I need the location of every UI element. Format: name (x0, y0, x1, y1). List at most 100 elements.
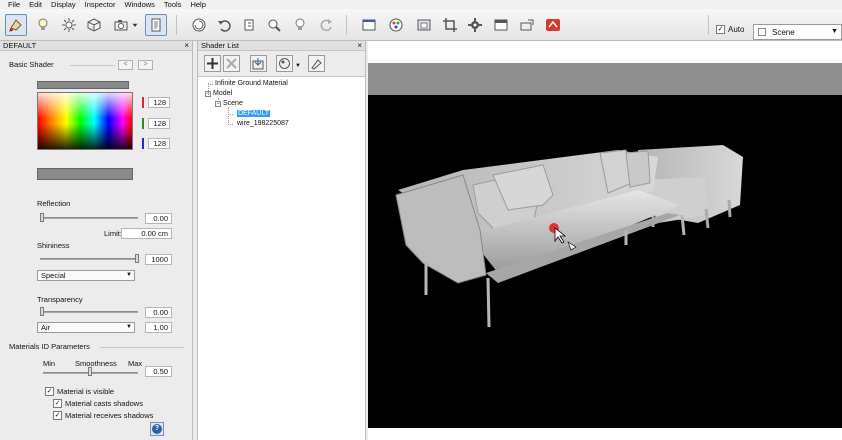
add-shader-button[interactable] (204, 55, 221, 72)
shininess-slider-thumb[interactable] (135, 254, 139, 263)
section-divider (70, 65, 115, 66)
cube-button[interactable] (83, 14, 105, 36)
receives-shadows-label: Material receives shadows (65, 411, 154, 420)
render-canvas[interactable] (368, 95, 842, 428)
shader-list-toolbar: ▼ (198, 51, 365, 77)
ior-value-field[interactable]: 1.00 (145, 322, 172, 333)
smoothness-min-label: Min (43, 359, 56, 368)
scene-select[interactable]: Scene ▼ (753, 24, 842, 40)
color-palette-icon (389, 18, 403, 32)
color-palette-button[interactable] (385, 14, 407, 36)
menu-display[interactable]: Display (51, 0, 76, 9)
transparency-slider[interactable] (40, 311, 138, 313)
light-button[interactable] (32, 14, 54, 36)
zoom-icon (268, 19, 281, 32)
model-label: Model (213, 90, 233, 97)
transparency-slider-thumb[interactable] (40, 307, 44, 316)
casts-shadows-checkbox[interactable]: ✓ (53, 399, 62, 408)
shininess-slider[interactable] (40, 258, 138, 260)
color-preview-bottom (37, 168, 133, 180)
import-shader-button[interactable] (250, 55, 267, 72)
animation-button[interactable] (188, 14, 210, 36)
reflection-value-field[interactable]: 0.00 (145, 213, 172, 224)
paint-icon (311, 59, 322, 70)
camera-dropdown-button[interactable] (130, 14, 140, 36)
shader-prev-button[interactable]: < (118, 60, 133, 70)
toolbar-separator (708, 15, 709, 35)
tree-item-ground[interactable]: Infinite Ground Material (215, 80, 288, 87)
tree-item-scene[interactable]: − Scene (215, 100, 243, 107)
smoothness-value-field[interactable]: 0.50 (145, 366, 172, 377)
menu-windows[interactable]: Windows (124, 0, 154, 9)
shader-library-button[interactable] (276, 55, 293, 72)
blue-channel-marker (142, 138, 144, 149)
render-button[interactable] (542, 14, 564, 36)
color-spectrum-picker[interactable] (37, 92, 133, 150)
close-icon[interactable]: × (184, 41, 189, 51)
zoom-button[interactable] (263, 14, 285, 36)
settings-button[interactable] (464, 14, 486, 36)
animation-icon (192, 18, 206, 32)
render-region-button[interactable] (413, 14, 435, 36)
receives-shadows-option[interactable]: ✓ Material receives shadows (53, 411, 153, 420)
reflection-slider[interactable] (40, 217, 138, 219)
sun-button[interactable] (58, 14, 80, 36)
chevron-down-icon: ▼ (126, 324, 132, 330)
transparency-type-select[interactable]: Air ▼ (37, 322, 135, 333)
close-icon[interactable]: × (357, 41, 362, 51)
import-icon (252, 58, 264, 70)
viewport-icon (362, 19, 376, 31)
red-value-field[interactable]: 128 (148, 97, 170, 108)
tree-item-wire[interactable]: wire_198225087 (237, 120, 289, 127)
chevron-down-icon: ▼ (126, 272, 132, 278)
receives-shadows-checkbox[interactable]: ✓ (53, 411, 62, 420)
paint-shader-button[interactable] (308, 55, 325, 72)
chevron-down-icon[interactable]: ▼ (295, 63, 301, 69)
transparency-value-field[interactable]: 0.00 (145, 307, 172, 318)
casts-shadows-option[interactable]: ✓ Material casts shadows (53, 399, 143, 408)
menu-tools[interactable]: Tools (164, 0, 182, 9)
menu-inspector[interactable]: Inspector (85, 0, 116, 9)
shininess-type-select[interactable]: Special ▼ (37, 270, 135, 281)
material-tool-icon (9, 19, 22, 32)
camera-button[interactable] (110, 14, 132, 36)
shader-next-button[interactable]: > (138, 60, 153, 70)
menu-edit[interactable]: Edit (29, 0, 42, 9)
help-button[interactable]: ? (150, 422, 164, 436)
auto-checkbox[interactable]: ✓ (716, 25, 725, 34)
reflection-slider-thumb[interactable] (40, 213, 44, 222)
material-inspector-panel: DEFAULT × Basic Shader < > 128 128 128 R… (0, 41, 193, 440)
green-value-field[interactable]: 128 (148, 118, 170, 129)
light-bulb-icon (38, 18, 48, 30)
limit-value-field[interactable]: 0.00 cm (121, 228, 172, 239)
settings-gear-icon (468, 18, 482, 32)
scene-swatch (758, 28, 766, 36)
3d-viewport[interactable] (368, 41, 842, 440)
tree-item-default[interactable]: DEFAULT (237, 110, 270, 117)
menu-bar: File Edit Display Inspector Windows Tool… (0, 0, 842, 9)
tree-item-model[interactable]: − Model (205, 90, 232, 97)
crop-button[interactable] (439, 14, 461, 36)
menu-file[interactable]: File (8, 0, 20, 9)
material-visible-option[interactable]: ✓ Material is visible (45, 387, 114, 396)
smoothness-slider-thumb[interactable] (88, 367, 92, 376)
export-button[interactable] (516, 14, 538, 36)
auto-toggle[interactable]: ✓ Auto (716, 25, 744, 34)
menu-help[interactable]: Help (190, 0, 205, 9)
shininess-value-field[interactable]: 1000 (145, 254, 172, 265)
light-tool-button[interactable] (289, 14, 311, 36)
document-button[interactable] (145, 14, 167, 36)
undo-button[interactable] (213, 14, 235, 36)
wire-label: wire_198225087 (237, 120, 289, 127)
viewport-button[interactable] (358, 14, 380, 36)
pan-button[interactable] (238, 14, 260, 36)
chevron-down-icon: ▼ (831, 28, 838, 35)
refresh-button[interactable] (315, 14, 337, 36)
material-visible-checkbox[interactable]: ✓ (45, 387, 54, 396)
delete-shader-button[interactable] (223, 55, 240, 72)
window-button[interactable] (490, 14, 512, 36)
render-region-icon (417, 19, 431, 31)
blue-value-field[interactable]: 128 (148, 138, 170, 149)
delete-x-icon (226, 58, 237, 69)
material-tool-button[interactable] (5, 14, 27, 36)
